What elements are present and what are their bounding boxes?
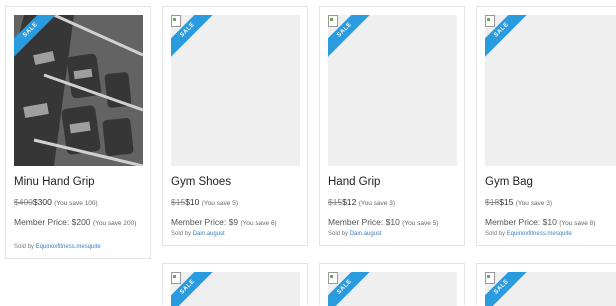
seller-link[interactable]: Equinoxfitness.mesquite [36,244,101,250]
product-image[interactable]: SALE [14,15,143,166]
seller-link[interactable]: Dain.august [350,231,382,237]
member-price-label: Member Price: $10 [328,217,400,227]
member-save-text: (You save 200) [92,220,137,227]
product-card[interactable]: SALE [162,263,308,306]
sale-ribbon: SALE [328,15,372,59]
product-card[interactable]: SALE Gym Shoes $15$10 (You save 5) Membe… [162,6,308,246]
product-title[interactable]: Gym Bag [485,176,533,188]
member-save-text: (You save 5) [402,220,439,227]
sale-ribbon: SALE [14,15,58,59]
sale-price: $300 [32,197,52,207]
seller-link[interactable]: Dain.august [193,231,225,237]
old-price: $15 [328,197,343,207]
seller-link[interactable]: Equinoxfitness.mesquite [507,231,572,237]
product-card[interactable]: SALE [476,263,616,306]
product-image[interactable]: SALE [328,15,457,166]
price-line: $400$300 (You save 100) [14,197,98,207]
member-price: Member Price: $10 (You save 5) [328,217,456,229]
sold-by: Sold by Dain.august [171,231,225,237]
product-card[interactable]: SALE Hand Grip $15$12 (You save 3) Membe… [319,6,465,246]
product-title[interactable]: Gym Shoes [171,176,231,188]
product-image[interactable]: SALE [171,15,300,166]
sale-ribbon: SALE [171,15,215,59]
price-line: $18$15 (You save 3) [485,197,552,207]
sold-by-prefix: Sold by [485,231,506,237]
member-price-label: Member Price: $10 [485,217,557,227]
sold-by: Sold by Equinoxfitness.mesquite [14,244,101,250]
old-price: $15 [171,197,186,207]
you-save-text: (You save 3) [515,200,553,207]
old-price: $18 [485,197,500,207]
product-card[interactable]: SALE Minu Hand Grip $400$300 (You save 1… [5,6,151,259]
you-save-text: (You save 100) [54,200,98,207]
member-price-label: Member Price: $9 [171,217,239,227]
sold-by-prefix: Sold by [171,231,192,237]
member-save-text: (You save 6) [240,220,277,227]
price-line: $15$12 (You save 3) [328,197,395,207]
you-save-text: (You save 5) [201,200,239,207]
sale-ribbon: SALE [171,272,215,306]
product-image[interactable]: SALE [485,15,616,166]
price-line: $15$10 (You save 5) [171,197,238,207]
sale-ribbon: SALE [328,272,372,306]
old-price: $400 [14,197,33,207]
product-title[interactable]: Hand Grip [328,176,380,188]
product-image[interactable]: SALE [328,272,457,306]
member-price: Member Price: $9 (You save 6) [171,217,299,229]
product-card[interactable]: SALE Gym Bag $18$15 (You save 3) Member … [476,6,616,246]
member-price-label: Member Price: $200 [14,217,91,227]
product-image[interactable]: SALE [171,272,300,306]
member-price: Member Price: $10 (You save 8) [485,217,616,229]
member-price: Member Price: $200 (You save 200) [14,217,142,229]
sale-price: $10 [185,197,200,207]
sold-by-prefix: Sold by [328,231,349,237]
you-save-text: (You save 3) [358,200,396,207]
sale-price: $12 [342,197,357,207]
member-save-text: (You save 8) [559,220,596,227]
sale-ribbon: SALE [485,15,529,59]
sold-by: Sold by Dain.august [328,231,382,237]
sale-price: $15 [499,197,514,207]
sold-by-prefix: Sold by [14,244,35,250]
product-card[interactable]: SALE [319,263,465,306]
product-title[interactable]: Minu Hand Grip [14,176,95,188]
sold-by: Sold by Equinoxfitness.mesquite [485,231,572,237]
sale-ribbon: SALE [485,272,529,306]
product-image[interactable]: SALE [485,272,616,306]
